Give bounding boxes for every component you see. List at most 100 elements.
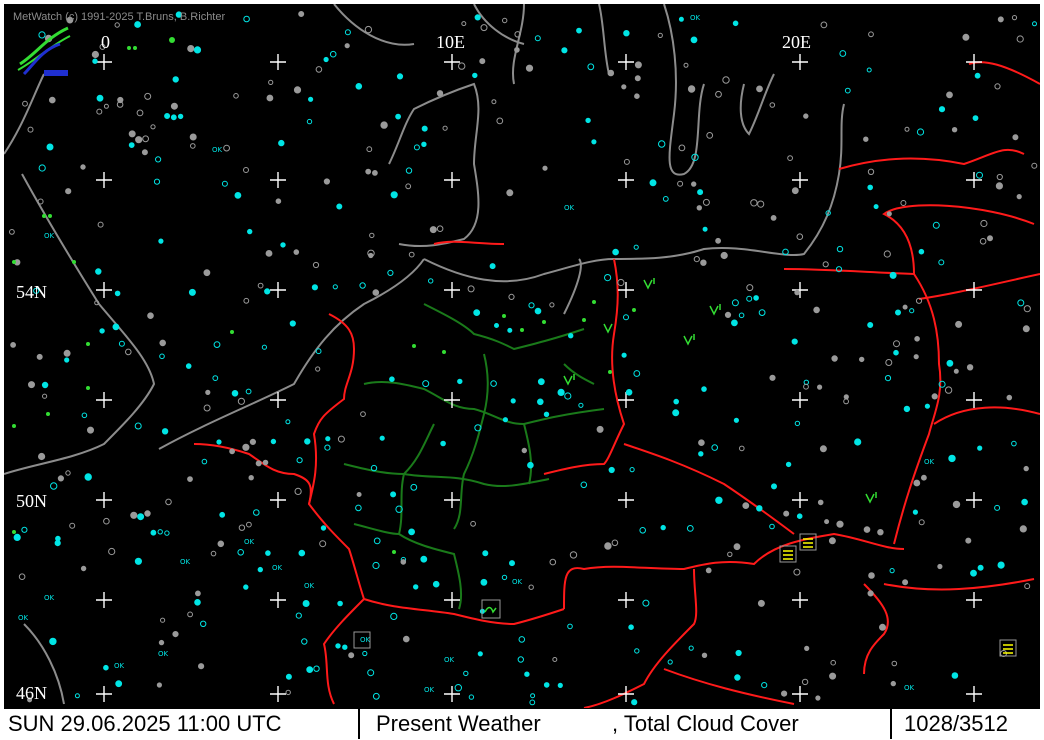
station-circle-icon[interactable] [757,200,765,208]
station-circle-icon[interactable] [304,438,311,445]
station-circle-icon[interactable] [380,121,388,129]
station-circle-icon[interactable] [387,269,394,276]
station-circle-icon[interactable] [921,474,927,481]
station-circle-icon[interactable] [517,656,524,663]
station-circle-icon[interactable] [348,652,355,659]
station-circle-icon[interactable] [720,251,728,260]
station-circle-icon[interactable] [948,454,956,463]
station-circle-icon[interactable] [873,204,879,210]
station-circle-icon[interactable] [803,383,809,390]
station-circle-icon[interactable] [711,444,719,451]
status-secondary-product[interactable]: , Total Cloud Cover [612,711,799,737]
station-circle-icon[interactable] [96,94,104,102]
station-circle-icon[interactable] [687,85,696,93]
station-circle-icon[interactable] [429,226,437,234]
station-circle-icon[interactable] [69,522,76,529]
station-circle-icon[interactable] [193,46,202,54]
station-circle-icon[interactable] [673,398,680,405]
station-circle-icon[interactable] [951,127,958,133]
station-circle-icon[interactable] [820,21,828,29]
station-circle-icon[interactable] [420,555,428,563]
station-circle-icon[interactable] [863,136,869,142]
station-circle-icon[interactable] [155,156,162,163]
station-circle-icon[interactable] [494,323,499,328]
station-circle-icon[interactable] [335,643,341,649]
station-circle-icon[interactable] [408,251,415,258]
station-circle-icon[interactable] [607,69,615,77]
station-circle-icon[interactable] [134,557,142,565]
station-circle-icon[interactable] [238,524,246,531]
station-circle-icon[interactable] [979,238,987,245]
station-circle-icon[interactable] [796,233,804,240]
station-circle-icon[interactable] [413,584,419,590]
station-circle-icon[interactable] [442,125,448,131]
station-circle-icon[interactable] [508,293,515,300]
station-circle-icon[interactable] [893,340,900,348]
station-circle-icon[interactable] [509,560,515,567]
station-circle-icon[interactable] [791,338,798,345]
station-circle-icon[interactable] [257,566,263,573]
station-circle-icon[interactable] [189,133,197,141]
station-circle-icon[interactable] [715,237,721,244]
station-circle-icon[interactable] [480,24,488,32]
station-circle-icon[interactable] [863,526,871,533]
station-circle-icon[interactable] [705,567,712,574]
station-circle-icon[interactable] [268,79,274,86]
station-circle-icon[interactable] [372,170,378,176]
station-circle-icon[interactable] [817,499,824,506]
station-circle-icon[interactable] [390,191,398,199]
station-circle-icon[interactable] [691,181,697,187]
station-circle-icon[interactable] [280,242,286,248]
station-circle-icon[interactable] [537,378,545,386]
station-circle-icon[interactable] [623,158,630,165]
station-circle-icon[interactable] [362,650,368,657]
station-circle-icon[interactable] [21,526,28,533]
station-circle-icon[interactable] [344,43,350,49]
station-circle-icon[interactable] [172,76,179,83]
station-circle-icon[interactable] [549,558,557,566]
station-circle-icon[interactable] [112,323,120,331]
station-circle-icon[interactable] [298,11,305,17]
station-circle-icon[interactable] [528,584,534,590]
station-circle-icon[interactable] [136,109,144,117]
station-circle-icon[interactable] [477,651,483,657]
station-circle-icon[interactable] [580,481,588,489]
station-circle-icon[interactable] [836,245,844,253]
station-circle-icon[interactable] [994,504,1001,511]
station-circle-icon[interactable] [1019,525,1027,533]
station-circle-icon[interactable] [715,90,722,98]
station-circle-icon[interactable] [972,115,979,121]
station-circle-icon[interactable] [198,663,205,670]
station-circle-icon[interactable] [569,551,578,559]
station-circle-icon[interactable] [794,420,801,427]
station-circle-icon[interactable] [576,27,582,34]
station-circle-icon[interactable] [796,513,803,520]
station-circle-icon[interactable] [337,600,343,607]
station-circle-icon[interactable] [205,389,211,395]
station-circle-icon[interactable] [987,235,993,242]
station-circle-icon[interactable] [243,15,250,23]
station-circle-icon[interactable] [320,525,327,531]
station-circle-icon[interactable] [170,114,177,121]
station-circle-icon[interactable] [525,64,534,72]
station-circle-icon[interactable] [472,72,478,79]
station-circle-icon[interactable] [308,96,314,102]
station-circle-icon[interactable] [623,30,630,37]
station-circle-icon[interactable] [243,297,250,304]
station-circle-icon[interactable] [793,568,801,576]
station-circle-icon[interactable] [634,75,641,82]
station-circle-icon[interactable] [904,126,910,132]
station-circle-icon[interactable] [372,289,380,296]
station-circle-icon[interactable] [366,146,373,153]
station-circle-icon[interactable] [195,590,201,597]
station-circle-icon[interactable] [702,198,710,206]
station-circle-icon[interactable] [187,611,194,618]
station-circle-icon[interactable] [813,306,820,314]
station-circle-icon[interactable] [995,182,1004,190]
station-circle-icon[interactable] [672,409,680,417]
station-circle-icon[interactable] [103,517,110,525]
station-circle-icon[interactable] [854,438,862,446]
station-circle-icon[interactable] [932,221,940,229]
station-circle-icon[interactable] [502,417,508,423]
station-circle-icon[interactable] [355,504,362,512]
